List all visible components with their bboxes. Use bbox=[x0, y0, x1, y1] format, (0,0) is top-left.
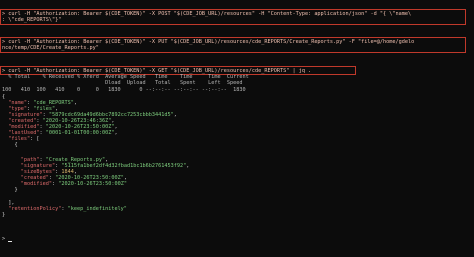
final-prompt: > bbox=[2, 236, 6, 242]
json-line-file-modified: "modified": "2020-10-26T23:50:00Z" bbox=[20, 181, 127, 187]
json-value-file-signature: "5115fa1bef2df4d32fbad1bc1b6b2761453f92" bbox=[61, 163, 187, 169]
json-value-retention: "keep_indefinitely" bbox=[67, 206, 127, 212]
json-line-retention: "retentionPolicy": "keep_indefinitely" bbox=[8, 206, 127, 212]
json-close-brace: } bbox=[2, 212, 6, 218]
json-file-open-brace: { bbox=[14, 142, 18, 148]
terminal-window[interactable]: > curl -H "Authorization: Bearer $(CDE_T… bbox=[0, 0, 474, 257]
json-key-retention: "retentionPolicy" bbox=[8, 206, 62, 212]
json-value-file-modified: "2020-10-26T23:50:00Z" bbox=[58, 181, 127, 187]
terminal-cursor[interactable] bbox=[8, 241, 12, 242]
command-line-1a: > curl -H "Authorization: Bearer $(CDE_T… bbox=[2, 11, 412, 17]
json-key-file-modified: "modified" bbox=[20, 181, 52, 187]
command-line-2b: nce/temp/CDE/Create_Reports.py" bbox=[2, 45, 99, 51]
json-value-lastused: "0001-01-01T00:00:00Z" bbox=[45, 130, 115, 136]
json-file-close-brace: } bbox=[14, 187, 18, 193]
progress-header-2: Dload Upload Total Spent Left Speed bbox=[2, 80, 243, 86]
progress-row: 100 410 100 410 0 0 1830 0 --:--:-- --:-… bbox=[2, 87, 246, 93]
command-line-1b: : \"cde_REPORTS\"}" bbox=[2, 17, 62, 23]
